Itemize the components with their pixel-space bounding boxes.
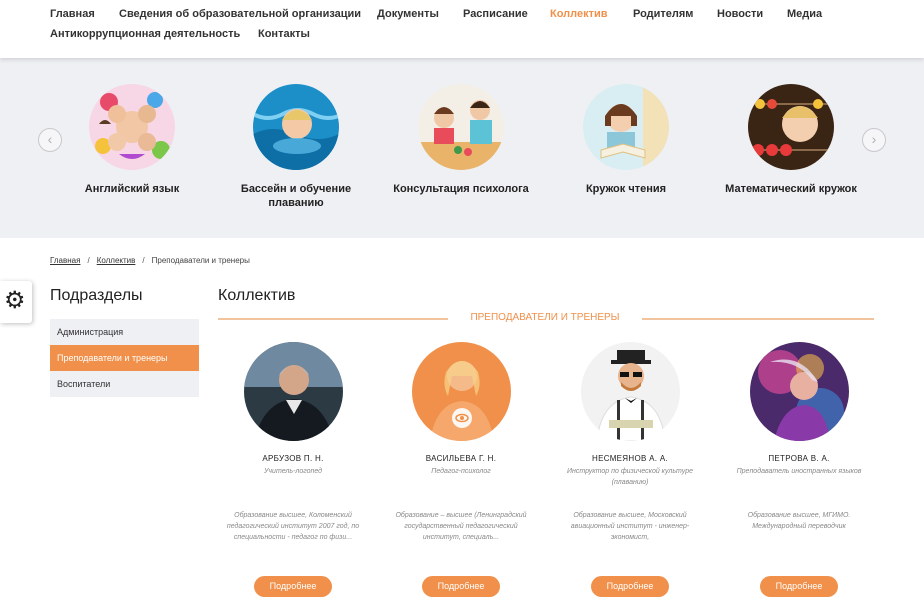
nav-item-documents[interactable]: Документы: [377, 8, 439, 20]
nav-item-media[interactable]: Медиа: [787, 8, 822, 20]
staff-card: ПЕТРОВА В. А. Преподаватель иностранных …: [715, 342, 883, 597]
more-button[interactable]: Подробнее: [254, 576, 332, 597]
staff-name: ВАСИЛЬЕВА Г. Н.: [425, 454, 497, 463]
breadcrumb-home-link[interactable]: Главная: [50, 256, 80, 265]
sidebar-title: Подразделы: [50, 287, 143, 304]
staff-role: Педагог-психолог: [431, 468, 491, 475]
staff-card: ВАСИЛЬЕВА Г. Н. Педагог-психолог Образов…: [377, 342, 545, 597]
staff-name: ПЕТРОВА В. А.: [768, 454, 830, 463]
slide-title: Математический кружок: [725, 183, 857, 195]
nav-item-home[interactable]: Главная: [50, 8, 95, 20]
more-button[interactable]: Подробнее: [591, 576, 669, 597]
staff-education: Образование – высшее (Ленинградский госу…: [395, 512, 527, 541]
slide-image-swimming: [253, 84, 339, 170]
slide-image-math: [748, 84, 834, 170]
slide-image-reading: [583, 84, 669, 170]
staff-education: Образование высшее, МГИМО. Международный…: [747, 512, 851, 530]
staff-card: АРБУЗОВ П. Н. Учитель-логопед Образовани…: [209, 342, 377, 597]
staff-name: НЕСМЕЯНОВ А. А.: [592, 454, 668, 463]
nav-item-parents[interactable]: Родителям: [633, 8, 693, 20]
slide-math[interactable]: Математический кружок: [711, 84, 871, 196]
avatar[interactable]: [411, 342, 511, 441]
staff-role: Преподаватель иностранных языков: [736, 468, 862, 475]
sidebar-menu: Администрация Преподаватели и тренеры Во…: [50, 319, 199, 397]
slide-swimming[interactable]: Бассейн и обучение плаванию: [216, 84, 376, 210]
nav-item-schedule[interactable]: Расписание: [463, 8, 528, 20]
section-title: ПРЕПОДАВАТЕЛИ И ТРЕНЕРЫ: [470, 312, 620, 323]
staff-education: Образование высшее, Коломенский педагоги…: [226, 512, 360, 541]
slide-title: Бассейн и обучение плаванию: [240, 183, 352, 209]
avatar[interactable]: [243, 342, 343, 441]
nav-item-contacts[interactable]: Контакты: [258, 28, 310, 40]
staff-role: Инструктор по физической культуре (плава…: [566, 468, 693, 486]
breadcrumb-section-link[interactable]: Коллектив: [97, 256, 136, 265]
slide-title: Кружок чтения: [585, 183, 667, 195]
avatar[interactable]: [749, 342, 849, 441]
slide-english[interactable]: Английский язык: [52, 84, 212, 196]
more-button[interactable]: Подробнее: [422, 576, 500, 597]
slide-title: Английский язык: [84, 183, 180, 195]
sidebar-item-administration[interactable]: Администрация: [50, 319, 199, 345]
section-divider-right: [642, 318, 874, 320]
staff-role: Учитель-логопед: [263, 468, 323, 475]
sidebar-item-educators[interactable]: Воспитатели: [50, 371, 199, 397]
breadcrumb: Главная / Коллектив / Преподаватели и тренер…: [50, 256, 250, 265]
slide-title: Консультация психолога: [393, 183, 529, 195]
breadcrumb-separator: /: [87, 256, 90, 265]
section-divider-left: [218, 318, 448, 320]
top-navigation: Главная Сведения об образовательной орга…: [0, 0, 924, 58]
activities-slider: ‹ › Английский язык Бассейн и обучение п…: [0, 58, 924, 238]
more-button[interactable]: Подробнее: [760, 576, 838, 597]
slide-psychologist[interactable]: Консультация психолога: [381, 84, 541, 196]
slide-image-psychologist: [418, 84, 504, 170]
staff-education: Образование высшее, Московский авиационн…: [570, 512, 690, 541]
staff-name: АРБУЗОВ П. Н.: [262, 454, 324, 463]
nav-item-news[interactable]: Новости: [717, 8, 763, 20]
slide-image-english: [89, 84, 175, 170]
avatar[interactable]: [580, 342, 680, 441]
nav-item-staff[interactable]: Коллектив: [550, 8, 608, 20]
nav-item-about[interactable]: Сведения об образовательной организации: [119, 8, 361, 20]
sidebar-item-teachers[interactable]: Преподаватели и тренеры: [50, 345, 199, 371]
settings-button[interactable]: ⚙: [0, 281, 32, 323]
breadcrumb-current: Преподаватели и тренеры: [151, 256, 250, 265]
nav-item-anticorruption[interactable]: Антикоррупционная деятельность: [50, 28, 240, 40]
breadcrumb-separator: /: [142, 256, 145, 265]
staff-card: НЕСМЕЯНОВ А. А. Инструктор по физической…: [546, 342, 714, 597]
slide-reading[interactable]: Кружок чтения: [546, 84, 706, 196]
gear-icon: ⚙: [4, 287, 26, 314]
page-title: Коллектив: [218, 287, 296, 304]
